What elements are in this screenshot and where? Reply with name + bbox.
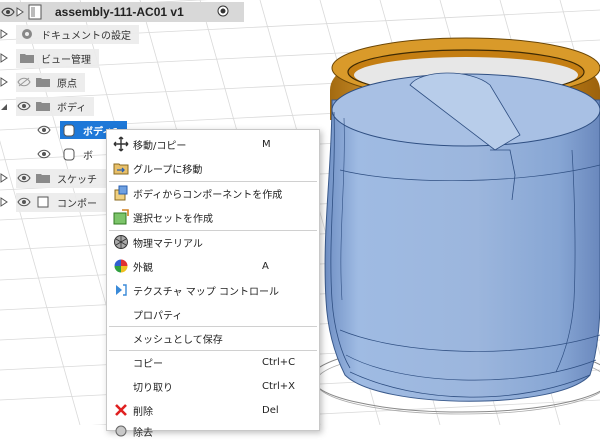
expand-arrow-icon[interactable] bbox=[0, 171, 8, 185]
selection-set-icon bbox=[110, 206, 132, 228]
appearance-color-wheel-icon bbox=[110, 255, 132, 277]
cylinder-body[interactable] bbox=[311, 37, 600, 415]
menu-item-label: プロパティ bbox=[133, 310, 183, 322]
menu-item-shortcut: Ctrl+C bbox=[262, 356, 296, 368]
menu-item-label: ボディからコンポーネントを作成 bbox=[133, 189, 283, 201]
group-folder-icon bbox=[110, 157, 132, 179]
tree-item-bodies[interactable]: ボディ bbox=[0, 96, 95, 116]
tree-item-label: ビュー管理 bbox=[41, 54, 91, 66]
menu-item-shortcut: Del bbox=[262, 404, 279, 416]
document-icon bbox=[26, 4, 44, 20]
remove-icon bbox=[110, 420, 132, 442]
eye-icon[interactable] bbox=[16, 195, 32, 209]
menu-item-label: グループに移動 bbox=[133, 164, 203, 176]
menu-item-delete[interactable]: 削除 Del bbox=[107, 399, 319, 421]
expand-arrow-icon[interactable] bbox=[0, 75, 8, 89]
tree-item-view-management[interactable]: ビュー管理 bbox=[0, 48, 99, 68]
eye-icon[interactable] bbox=[36, 123, 52, 137]
eye-icon[interactable] bbox=[16, 171, 32, 185]
tree-item-label: ボ bbox=[83, 150, 93, 162]
eye-icon[interactable] bbox=[16, 99, 32, 113]
component-icon bbox=[34, 194, 52, 210]
menu-item-properties[interactable]: プロパティ bbox=[107, 303, 319, 325]
tree-item-label: ボディ bbox=[57, 102, 87, 114]
document-title: assembly-111-AC01 v1 bbox=[55, 5, 184, 19]
tree-item-component[interactable]: コンポー bbox=[0, 192, 120, 212]
texture-map-icon bbox=[110, 279, 132, 301]
gear-icon bbox=[18, 26, 36, 42]
physical-material-icon bbox=[110, 231, 132, 253]
move-arrows-icon bbox=[110, 133, 132, 155]
menu-item-create-selection-set[interactable]: 選択セットを作成 bbox=[107, 206, 319, 228]
menu-item-label: コピー bbox=[133, 358, 163, 370]
menu-item-appearance[interactable]: 外観 A bbox=[107, 255, 319, 277]
menu-item-label: テクスチャ マップ コントロール bbox=[133, 286, 279, 298]
folder-icon bbox=[34, 98, 52, 114]
eye-hidden-icon[interactable] bbox=[16, 75, 32, 89]
menu-item-shortcut: M bbox=[262, 138, 271, 150]
eye-icon[interactable] bbox=[36, 147, 52, 161]
tree-item-label: ドキュメントの設定 bbox=[41, 30, 131, 42]
tree-item-body2[interactable]: ボ bbox=[36, 144, 93, 164]
menu-item-create-component[interactable]: ボディからコンポーネントを作成 bbox=[107, 182, 319, 204]
menu-item-remove[interactable]: 除去 bbox=[107, 420, 319, 442]
tree-item-document-settings[interactable]: ドキュメントの設定 bbox=[0, 24, 139, 44]
body-cylinder-icon bbox=[60, 146, 78, 162]
menu-item-label: 外観 bbox=[133, 262, 153, 274]
menu-item-physical-material[interactable]: 物理マテリアル bbox=[107, 231, 319, 253]
collapse-arrow-icon[interactable] bbox=[16, 5, 24, 19]
menu-item-label: 切り取り bbox=[133, 382, 173, 394]
menu-item-texture-map-controls[interactable]: テクスチャ マップ コントロール bbox=[107, 279, 319, 301]
expand-arrow-icon[interactable] bbox=[0, 27, 8, 41]
menu-item-label: 物理マテリアル bbox=[133, 238, 203, 250]
context-menu: 移動/コピー M グループに移動 ボディからコンポーネントを作成 選択セットを作… bbox=[106, 129, 320, 439]
menu-item-cut[interactable]: 切り取り Ctrl+X bbox=[107, 375, 319, 397]
collapse-arrow-icon[interactable] bbox=[0, 99, 8, 113]
eye-icon[interactable] bbox=[0, 5, 16, 19]
create-component-icon bbox=[110, 182, 132, 204]
menu-item-label: 削除 bbox=[133, 406, 153, 418]
folder-icon bbox=[18, 50, 36, 66]
menu-item-shortcut: Ctrl+X bbox=[262, 380, 296, 392]
menu-item-label: メッシュとして保存 bbox=[133, 334, 223, 346]
tree-item-label: コンポー bbox=[57, 198, 97, 210]
folder-icon bbox=[34, 74, 52, 90]
tree-item-sketches[interactable]: スケッチ bbox=[0, 168, 120, 188]
menu-item-shortcut: A bbox=[262, 260, 269, 272]
menu-item-move-copy[interactable]: 移動/コピー M bbox=[107, 133, 319, 155]
delete-x-icon bbox=[110, 399, 132, 421]
menu-item-copy[interactable]: コピー Ctrl+C bbox=[107, 351, 319, 373]
expand-arrow-icon[interactable] bbox=[0, 51, 8, 65]
folder-icon bbox=[34, 170, 52, 186]
activate-radio-icon[interactable] bbox=[217, 5, 229, 20]
tree-item-label: スケッチ bbox=[57, 174, 97, 186]
tree-item-origin[interactable]: 原点 bbox=[0, 72, 85, 92]
tree-item-label: 原点 bbox=[57, 78, 77, 90]
body-cylinder-icon bbox=[60, 122, 78, 138]
menu-item-label: 除去 bbox=[133, 427, 153, 439]
menu-item-save-as-mesh[interactable]: メッシュとして保存 bbox=[107, 327, 319, 349]
menu-item-label: 選択セットを作成 bbox=[133, 213, 213, 225]
expand-arrow-icon[interactable] bbox=[0, 195, 8, 209]
menu-item-move-to-group[interactable]: グループに移動 bbox=[107, 157, 319, 179]
browser-header: assembly-111-AC01 v1 bbox=[0, 2, 244, 22]
menu-item-label: 移動/コピー bbox=[133, 140, 187, 152]
